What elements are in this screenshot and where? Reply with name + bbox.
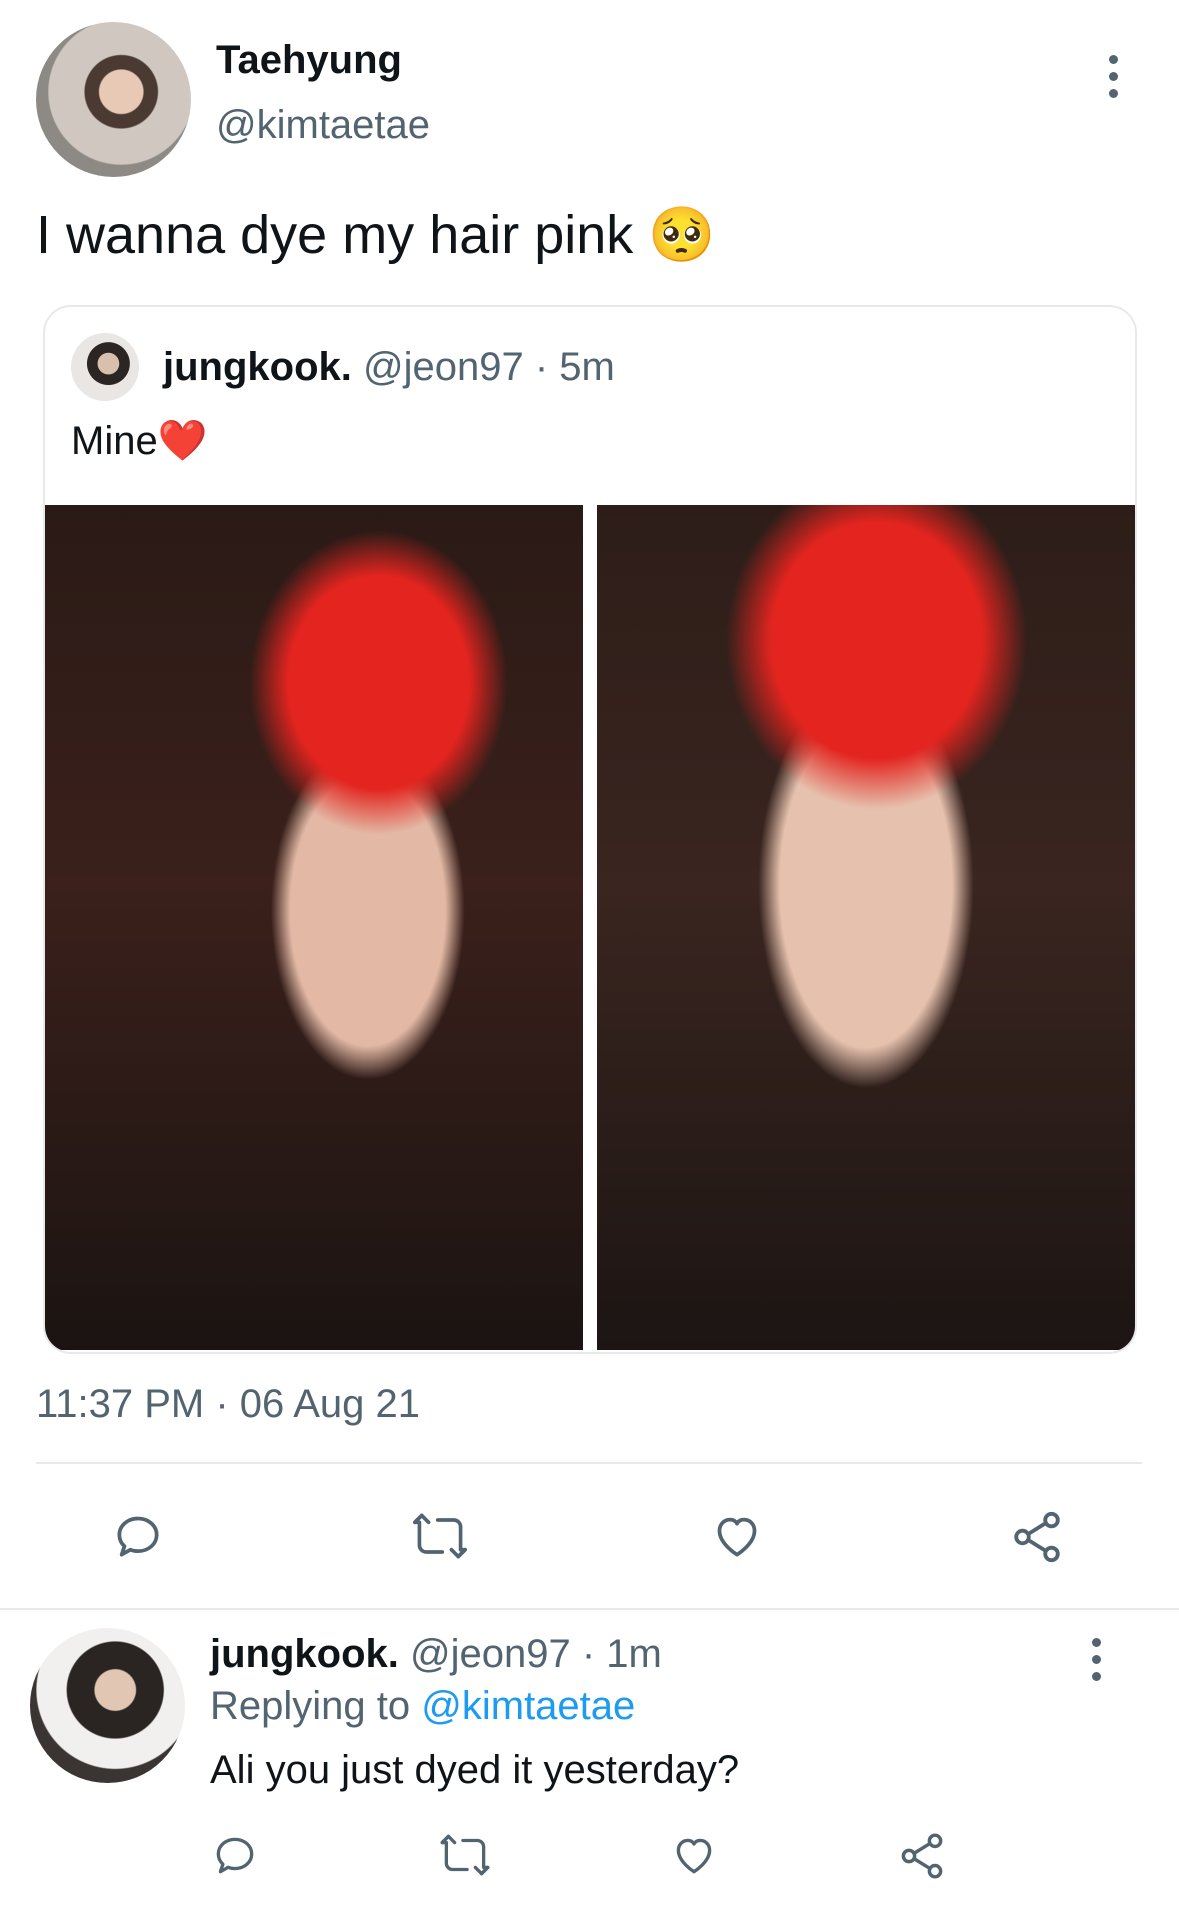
share-icon[interactable] <box>1008 1508 1066 1566</box>
quoted-author-handle: @jeon97 <box>363 345 524 389</box>
quoted-author-name: jungkook. <box>163 345 352 389</box>
section-divider <box>0 1608 1179 1610</box>
pleading-face-emoji: 🥺 <box>648 205 716 265</box>
reply-share-icon[interactable] <box>896 1830 948 1882</box>
replying-to-line: Replying to @kimtaetae <box>210 1684 635 1729</box>
author-avatar[interactable] <box>36 22 191 177</box>
replying-to-label: Replying to <box>210 1684 411 1728</box>
reply-reply-icon[interactable] <box>210 1830 260 1880</box>
quoted-photo-right[interactable] <box>597 505 1135 1350</box>
divider <box>36 1462 1142 1464</box>
retweet-icon[interactable] <box>408 1508 472 1564</box>
like-icon[interactable] <box>708 1508 766 1564</box>
quoted-tweet-text-body: Mine <box>71 419 158 463</box>
tweet-text: I wanna dye my hair pink 🥺 <box>36 200 716 270</box>
quoted-tweet-header: jungkook. @jeon97 · 5m <box>163 345 615 390</box>
more-options-icon[interactable] <box>1109 55 1129 106</box>
quoted-photo-left[interactable] <box>45 505 583 1350</box>
reply-header: jungkook. @jeon97 · 1m <box>210 1632 662 1677</box>
reply-time: · 1m <box>581 1632 662 1676</box>
quoted-author-avatar <box>71 333 139 401</box>
reply-more-options-icon[interactable] <box>1092 1638 1112 1689</box>
quoted-tweet-card[interactable]: jungkook. @jeon97 · 5m Mine❤️ <box>43 305 1137 1354</box>
quoted-tweet-text: Mine❤️ <box>71 417 208 464</box>
replying-to-handle[interactable]: @kimtaetae <box>421 1684 635 1728</box>
reply-icon[interactable] <box>110 1508 166 1564</box>
reply-author-avatar[interactable] <box>30 1628 185 1783</box>
reply-retweet-icon[interactable] <box>436 1830 494 1880</box>
tweet-timestamp[interactable]: 11:37 PM · 06 Aug 21 <box>36 1382 420 1427</box>
author-handle[interactable]: @kimtaetae <box>216 103 430 148</box>
author-name[interactable]: Taehyung <box>216 38 402 83</box>
reply-author-handle[interactable]: @jeon97 <box>410 1632 571 1676</box>
reply-like-icon[interactable] <box>668 1830 720 1880</box>
reply-text: Ali you just dyed it yesterday? <box>210 1748 740 1792</box>
tweet-text-body: I wanna dye my hair pink <box>36 205 634 265</box>
quoted-tweet-time: · 5m <box>534 345 615 389</box>
red-heart-emoji: ❤️ <box>157 419 208 463</box>
reply-author-name[interactable]: jungkook. <box>210 1632 399 1676</box>
